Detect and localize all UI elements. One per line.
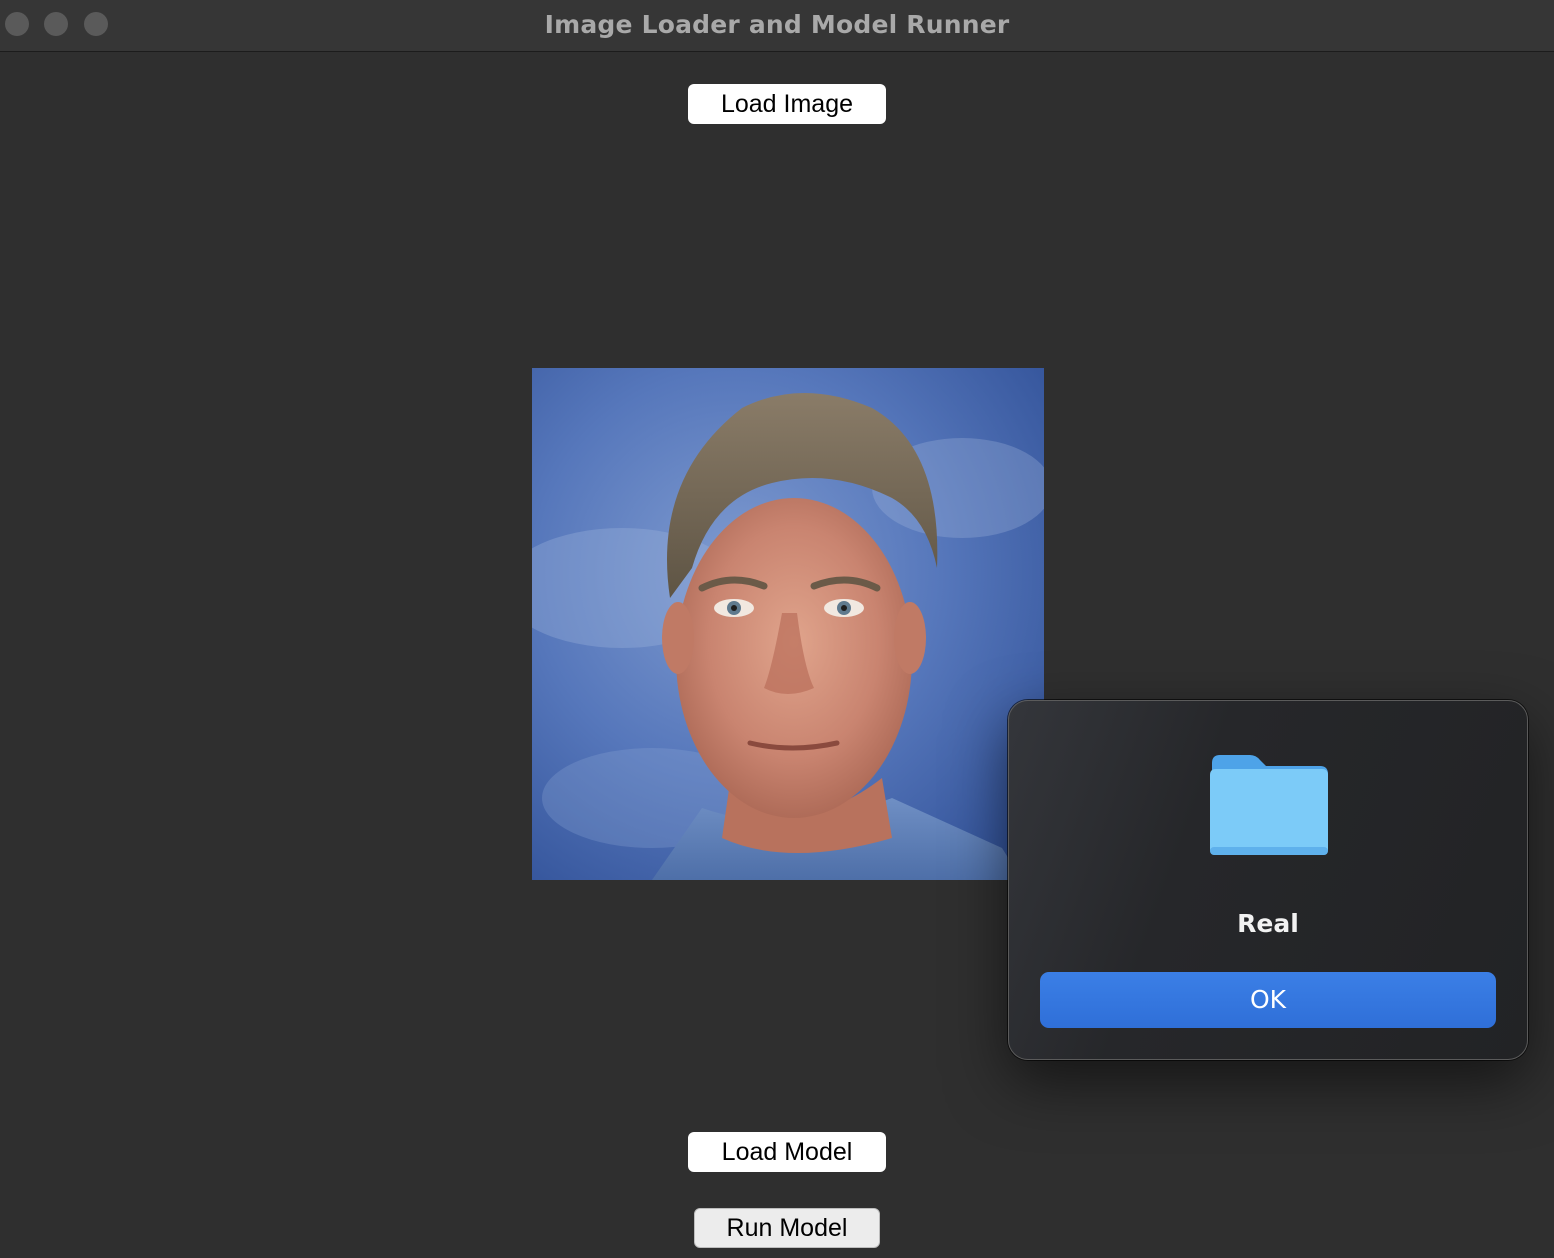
window-title: Image Loader and Model Runner: [544, 10, 1010, 39]
load-image-button[interactable]: Load Image: [688, 84, 886, 124]
run-model-button[interactable]: Run Model: [694, 1208, 880, 1248]
folder-icon: [1210, 755, 1328, 855]
image-preview: [532, 368, 1044, 880]
title-bar: Image Loader and Model Runner: [0, 0, 1554, 52]
result-alert-dialog: Real OK: [1008, 700, 1528, 1060]
portrait-image: [532, 368, 1044, 880]
app-window: Image Loader and Model Runner Load Image: [0, 0, 1554, 1258]
load-model-button[interactable]: Load Model: [688, 1132, 886, 1172]
dialog-message: Real: [1237, 909, 1299, 938]
ok-button[interactable]: OK: [1040, 972, 1496, 1028]
